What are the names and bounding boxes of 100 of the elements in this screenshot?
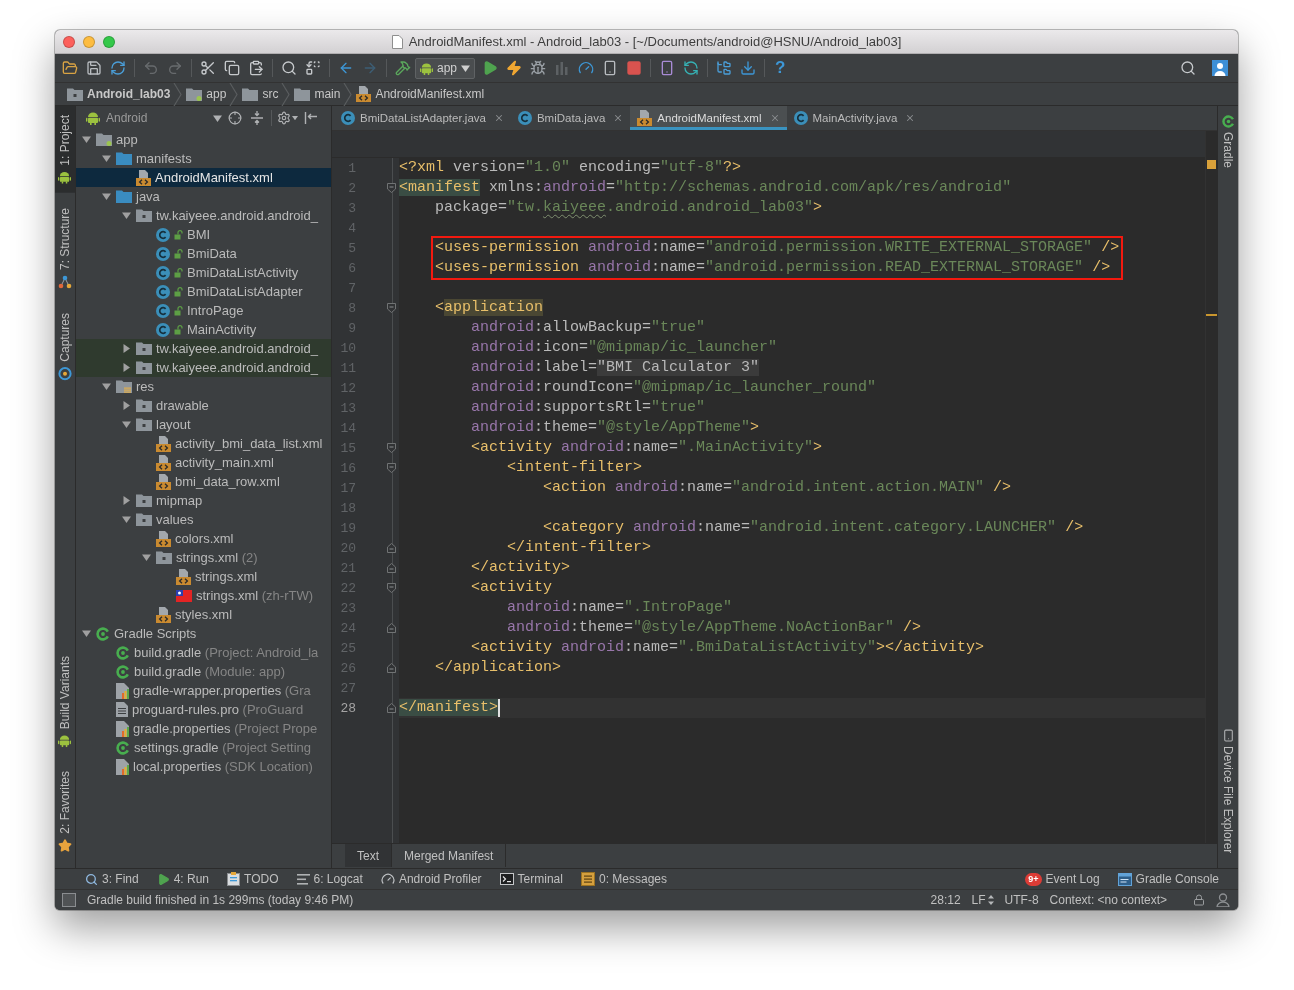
tool-window-tab[interactable]: Captures	[55, 303, 75, 390]
xml-file-icon	[156, 435, 171, 452]
tree-item[interactable]: activity_bmi_data_list.xml	[76, 434, 331, 453]
editor-mode-tab[interactable]: Text	[345, 844, 392, 867]
tree-item[interactable]: strings.xml (zh-rTW)	[76, 586, 331, 605]
tool-window-button[interactable]: TODO	[218, 872, 288, 886]
tree-item[interactable]: res	[76, 377, 331, 396]
fold-marker-icon	[387, 183, 396, 193]
circle-dot-icon	[58, 366, 72, 381]
run-configuration-dropdown[interactable]: app	[415, 57, 475, 79]
line-number: 28	[339, 700, 356, 716]
folder-icon	[242, 87, 259, 101]
breadcrumb-item[interactable]: Android_lab03	[64, 83, 174, 105]
tree-item[interactable]: proguard-rules.pro (ProGuard	[76, 700, 331, 719]
editor-tab[interactable]: BmiData.java	[510, 106, 631, 130]
file-encoding[interactable]: UTF-8	[1004, 893, 1039, 907]
tree-item[interactable]: settings.gradle (Project Setting	[76, 738, 331, 757]
search-icon	[85, 872, 98, 886]
ring-icon	[96, 626, 110, 641]
tool-window-button[interactable]: Gradle Console	[1108, 872, 1228, 886]
tool-window-tab[interactable]: Build Variants	[55, 647, 75, 757]
arrow-left-icon	[338, 60, 354, 76]
tree-item[interactable]: gradle-wrapper.properties (Gra	[76, 681, 331, 700]
tree-item[interactable]: layout	[76, 415, 331, 434]
breadcrumb-item[interactable]: main	[291, 83, 344, 105]
tree-item[interactable]: BMI	[76, 225, 331, 244]
bug-icon	[530, 60, 546, 76]
undo-icon	[143, 60, 159, 76]
lock-icon[interactable]	[1193, 894, 1205, 906]
close-icon[interactable]	[613, 113, 624, 123]
scissors-icon	[200, 60, 216, 76]
cursor-position[interactable]: 28:12	[930, 893, 961, 907]
settings-icon	[277, 111, 291, 125]
tool-window-button[interactable]: 4: Run	[147, 872, 219, 886]
gauge-icon	[578, 60, 594, 76]
tree-item[interactable]: gradle.properties (Project Prope	[76, 719, 331, 738]
tree-item[interactable]: local.properties (SDK Location)	[76, 757, 331, 776]
folder-open-icon	[62, 60, 78, 76]
tree-item[interactable]: activity_main.xml	[76, 453, 331, 472]
person-icon	[1216, 893, 1230, 907]
tree-item[interactable]: build.gradle (Project: Android_la	[76, 643, 331, 662]
close-icon[interactable]	[769, 113, 780, 123]
tool-window-tab[interactable]: 7: Structure	[55, 198, 75, 298]
tree-item[interactable]: mipmap	[76, 491, 331, 510]
editor-tab[interactable]: MainActivity.java	[786, 106, 923, 130]
help-button[interactable]: ?	[769, 56, 792, 80]
tool-window-button[interactable]: 9+ Event Log	[1016, 872, 1109, 886]
tree-item[interactable]: drawable	[76, 396, 331, 415]
close-icon[interactable]	[905, 113, 916, 123]
tree-item[interactable]: MainActivity	[76, 320, 331, 339]
gauge-icon	[380, 872, 395, 886]
tree-item[interactable]: app	[76, 130, 331, 149]
tree-item[interactable]: BmiDataListActivity	[76, 263, 331, 282]
tree-item[interactable]: AndroidManifest.xml	[76, 168, 331, 187]
line-separator[interactable]: LF	[971, 893, 986, 907]
editor-tab[interactable]: AndroidManifest.xml	[630, 106, 787, 130]
tool-window-button[interactable]: 6: Logcat	[287, 872, 372, 886]
tree-item[interactable]: build.gradle (Module: app)	[76, 662, 331, 681]
tool-window-tab[interactable]: 2: Favorites	[55, 762, 75, 862]
tree-item[interactable]: tw.kaiyeee.android.android_	[76, 206, 331, 225]
tool-window-tab[interactable]: Gradle	[1218, 106, 1238, 178]
close-icon[interactable]	[493, 113, 504, 123]
tree-item[interactable]: bmi_data_row.xml	[76, 472, 331, 491]
context-indicator[interactable]: Context: <no context>	[1049, 893, 1167, 907]
tree-item[interactable]: Gradle Scripts	[76, 624, 331, 643]
code-line: <uses-permission android:name="android.permission.READ_EXTERNAL_STORAGE" />	[435, 258, 1111, 278]
tool-window-tab[interactable]: Device File Explorer	[1218, 719, 1238, 862]
tree-item[interactable]: tw.kaiyeee.android.android_	[76, 339, 331, 358]
tree-item[interactable]: manifests	[76, 149, 331, 168]
lock-icon	[174, 229, 183, 240]
tool-window-button[interactable]: 3: Find	[76, 872, 148, 886]
tool-window-button[interactable]: 0: Messages	[571, 872, 676, 886]
tool-window-button[interactable]: Android Profiler	[371, 872, 491, 886]
tree-item[interactable]: values	[76, 510, 331, 529]
view-selector[interactable]: Android	[84, 111, 224, 125]
tree-item[interactable]: tw.kaiyeee.android.android_	[76, 358, 331, 377]
warning-status-icon	[1207, 160, 1216, 169]
tree-item[interactable]: strings.xml	[76, 567, 331, 586]
tree-item[interactable]: IntroPage	[76, 301, 331, 320]
tree-item[interactable]: colors.xml	[76, 529, 331, 548]
tree-item[interactable]: java	[76, 187, 331, 206]
crosshair-icon	[228, 111, 242, 125]
breadcrumb-item[interactable]: AndroidManifest.xml	[353, 83, 488, 105]
tool-window-tab[interactable]: 1: Project	[55, 106, 75, 193]
message-list-icon	[580, 872, 595, 886]
package-icon	[136, 342, 152, 355]
editor-tab[interactable]: BmiDataListAdapter.java	[334, 106, 511, 130]
xml-file-icon	[176, 568, 191, 585]
collapse-icon	[250, 111, 264, 125]
breadcrumb-item[interactable]: src	[239, 83, 282, 105]
close-window-button[interactable]	[63, 35, 75, 48]
play-icon	[482, 60, 498, 76]
breadcrumb-item[interactable]: app	[183, 83, 230, 105]
tool-window-button[interactable]: Terminal	[490, 872, 572, 886]
tree-item[interactable]: strings.xml (2)	[76, 548, 331, 567]
zoom-window-button[interactable]	[103, 35, 115, 48]
tree-item[interactable]: styles.xml	[76, 605, 331, 624]
tree-item[interactable]: BmiDataListAdapter	[76, 282, 331, 301]
tree-item[interactable]: BmiData	[76, 244, 331, 263]
phone-icon	[602, 60, 618, 76]
